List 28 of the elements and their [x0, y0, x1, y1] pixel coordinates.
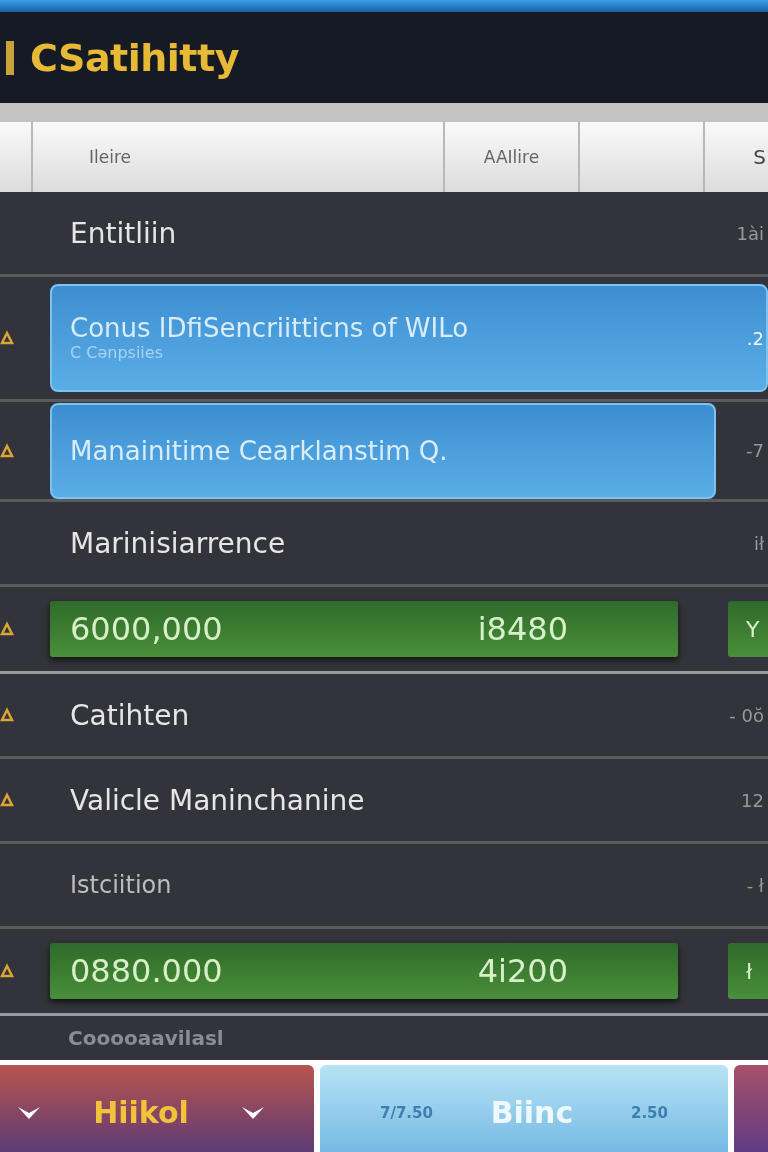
amount-text: 0880.000 [70, 952, 223, 990]
row-value: - ł [746, 874, 765, 896]
row-value: .2 [746, 327, 765, 349]
column-header[interactable]: Ileire [89, 147, 131, 167]
bar-icon [6, 40, 14, 75]
row-label: Catihten [69, 698, 191, 732]
column-header[interactable]: AAIlire [483, 147, 540, 167]
row-label: Istciition [69, 871, 173, 899]
side-button[interactable] [734, 1065, 768, 1152]
action-button[interactable]: 7/7.50 Biinc 2.50 [320, 1065, 728, 1152]
row-value: -7 [746, 440, 765, 461]
row-label: Marinisiarrence [69, 526, 287, 560]
row-value: ił [753, 532, 765, 554]
row-value: - 0ŏ [729, 704, 765, 726]
count-text: i8480 [477, 610, 568, 648]
window-title: CSatihitty [30, 35, 239, 80]
row-value: 12 [741, 789, 765, 811]
value-bar: ł [728, 943, 768, 999]
list-card[interactable]: Manainitime Cearklanstim Q. [50, 402, 716, 499]
dropdown-button[interactable]: Hiikol [0, 1065, 314, 1152]
count-text: 4i200 [477, 952, 568, 990]
row-value: 1ài [736, 222, 765, 244]
row-label: Valicle Maninchanine [69, 783, 366, 817]
column-header[interactable]: S [753, 145, 766, 169]
caption-text: Cooooaavilasl [67, 1026, 225, 1050]
value-bar: Y [728, 601, 768, 657]
amount-text: 6000,000 [70, 610, 223, 648]
row-label: Entitliin [69, 216, 178, 250]
